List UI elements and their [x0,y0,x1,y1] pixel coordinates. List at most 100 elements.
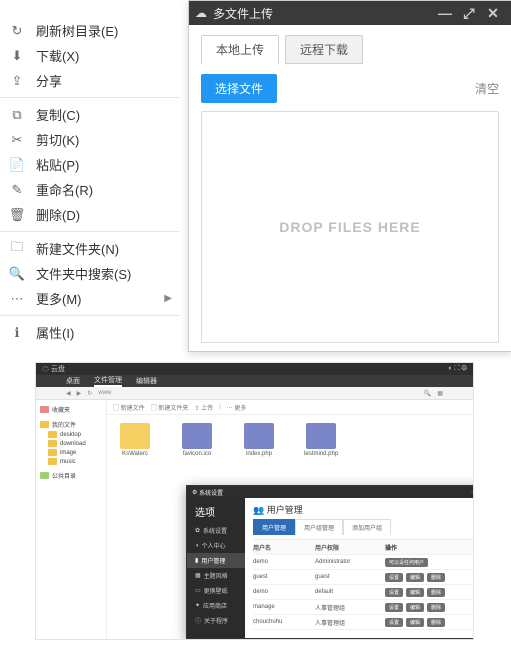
ctx-delete[interactable]: 🗑 删除(D) [0,202,180,227]
tree-item[interactable]: desktop [40,430,102,439]
ctx-properties[interactable]: ℹ 属性(I) [0,320,180,345]
tab-editor[interactable]: 编辑器 [136,376,157,386]
ctx-more[interactable]: ⋯ 更多(M) ▶ [0,286,180,311]
tb-more[interactable]: ⋯ 更多 [227,403,247,412]
ctx-label: 分享 [36,71,172,90]
tab-remote-download[interactable]: 远程下载 [285,35,363,64]
op-chip[interactable]: 编辑 [406,588,424,597]
file-item[interactable]: KsWaterc [115,423,155,457]
op-chip[interactable]: 删除 [427,603,445,612]
ctx-label: 剪切(K) [36,130,172,149]
file-item[interactable]: favicon.ico [177,423,217,457]
side-item-wallpaper[interactable]: ▭ 更换壁纸 [187,583,245,598]
clear-link[interactable]: 清空 [475,80,499,97]
tree-item[interactable]: music [40,457,102,466]
ctx-label: 新建文件夹(N) [36,239,172,258]
system-settings-dialog: ⚙ 系统设置 ―▢✕ 选项 ✿ 系统设置 ◑ 个人中心 ▮ 用户管理 ▦ 主题风… [186,485,474,639]
search-icon[interactable]: 🔍 [424,390,431,397]
ctx-search[interactable]: 🔍 文件夹中搜索(S) [0,261,180,286]
dropzone[interactable]: DROP FILES HERE [201,111,499,343]
sysdlg-main-title: 👥 用户管理 [245,498,474,519]
cut-icon: ✂ [8,132,26,148]
side-item-store[interactable]: ✦ 应用商店 [187,598,245,613]
ctx-label: 删除(D) [36,205,172,224]
view-icon[interactable]: ▦ [437,390,443,397]
table-row[interactable]: chouchuhu 人事管理组 设置 编辑 删除 [253,615,474,630]
tree-item[interactable]: download [40,439,102,448]
maximize-button[interactable]: ⤢ [457,1,481,25]
tab-filemanager[interactable]: 文件管理 [94,375,122,387]
breadcrumb[interactable]: www [98,390,111,396]
ctx-label: 文件夹中搜索(S) [36,264,172,283]
tree-fav-header[interactable]: 收藏夹 [40,404,102,415]
brand-label: ☁ 云盘 [42,364,65,374]
ctx-copy[interactable]: ⧉ 复制(C) [0,102,180,127]
search-icon: 🔍 [8,266,26,282]
op-chip[interactable]: 删除 [427,588,445,597]
tb-upload[interactable]: ⇪ 上传 [194,403,213,412]
table-row[interactable]: guest guest 设置 编辑 删除 [253,570,474,585]
share-icon: ⇪ [8,73,26,89]
info-icon: ℹ [8,325,26,341]
subtab-addgroup[interactable]: 添加用户组 [343,519,391,535]
op-chip[interactable]: 可以设任何用户 [385,558,428,567]
more-icon: ⋯ [8,291,26,307]
tree-item[interactable]: image [40,448,102,457]
nav-back-icon[interactable]: ◀ [66,390,71,397]
file-item[interactable]: testmind.php [301,423,341,457]
file-item[interactable]: index.php [239,423,279,457]
ctx-newfolder[interactable]: 🗀 新建文件夹(N) [0,236,180,261]
ctx-rename[interactable]: ✎ 重命名(R) [0,177,180,202]
ctx-refresh[interactable]: ↻ 刷新树目录(E) [0,18,180,43]
subtab-groups[interactable]: 用户组管理 [295,519,343,535]
separator [0,231,180,232]
op-chip[interactable]: 设置 [385,603,403,612]
op-chip[interactable]: 编辑 [406,618,424,627]
sysdlg-titlebar[interactable]: ⚙ 系统设置 ―▢✕ [187,486,474,498]
sysdlg-sidebar: 选项 ✿ 系统设置 ◑ 个人中心 ▮ 用户管理 ▦ 主题风格 ▭ 更换壁纸 ✦ … [187,498,245,638]
ctx-paste[interactable]: 📄 粘贴(P) [0,152,180,177]
file-grid: KsWaterc favicon.ico index.php testmind.… [107,415,473,465]
ctx-cut[interactable]: ✂ 剪切(K) [0,127,180,152]
side-item-about[interactable]: ⓘ 关于程序 [187,613,245,628]
op-chip[interactable]: 删除 [427,573,445,582]
cloud-icon: ☁ [195,6,207,20]
op-chip[interactable]: 编辑 [406,603,424,612]
side-item-users[interactable]: ▮ 用户管理 [187,553,245,568]
dialog-titlebar[interactable]: ☁ 多文件上传 ― ⤢ ✕ [189,1,511,25]
nav-fwd-icon[interactable]: ▶ [77,390,82,397]
op-chip[interactable]: 设置 [385,588,403,597]
select-file-button[interactable]: 选择文件 [201,74,277,103]
table-row[interactable]: manage 人事管理组 设置 编辑 删除 [253,600,474,615]
tb-newfile[interactable]: ▢ 新建文件 [113,403,145,412]
comp-toolbar: ◀ ▶ ↻ www 🔍 ▦ [36,387,473,400]
minimize-button[interactable]: ― [471,489,474,496]
ctx-label: 粘贴(P) [36,155,172,174]
close-button[interactable]: ✕ [481,1,505,25]
side-item-theme[interactable]: ▦ 主题风格 [187,568,245,583]
side-item-personal[interactable]: ◑ 个人中心 [187,538,245,553]
table-row[interactable]: demo Administrator 可以设任何用户 [253,555,474,570]
side-item-system[interactable]: ✿ 系统设置 [187,523,245,538]
paste-icon: 📄 [8,157,26,173]
minimize-button[interactable]: ― [433,1,457,25]
comp-sidebar: 收藏夹 我的文件 desktop download image music 公共… [36,400,107,640]
tree-share[interactable]: 公共目录 [40,470,102,481]
comp-topbar: ☁ 云盘 ◐ ⛶ ⚙ [36,363,473,375]
refresh-icon[interactable]: ↻ [87,390,92,397]
ctx-share[interactable]: ⇪ 分享 [0,68,180,93]
op-chip[interactable]: 删除 [427,618,445,627]
subtab-users[interactable]: 用户管理 [253,519,295,535]
table-row[interactable]: demo default 设置 编辑 删除 [253,585,474,600]
ctx-download[interactable]: ⬇ 下载(X) [0,43,180,68]
table-header: 用户名 用户权限 操作 [253,540,474,555]
tab-local-upload[interactable]: 本地上传 [201,35,279,64]
op-chip[interactable]: 设置 [385,618,403,627]
tb-newfolder[interactable]: ▢ 新建文件夹 [151,403,189,412]
tab-desktop[interactable]: 桌面 [66,376,80,386]
tree-mydocs[interactable]: 我的文件 [40,419,102,430]
op-chip[interactable]: 设置 [385,573,403,582]
dialog-title: 多文件上传 [213,5,273,22]
op-chip[interactable]: 编辑 [406,573,424,582]
comp-inner-toolbar: ▢ 新建文件 ▢ 新建文件夹 ⇪ 上传 | ⋯ 更多 [107,400,473,415]
